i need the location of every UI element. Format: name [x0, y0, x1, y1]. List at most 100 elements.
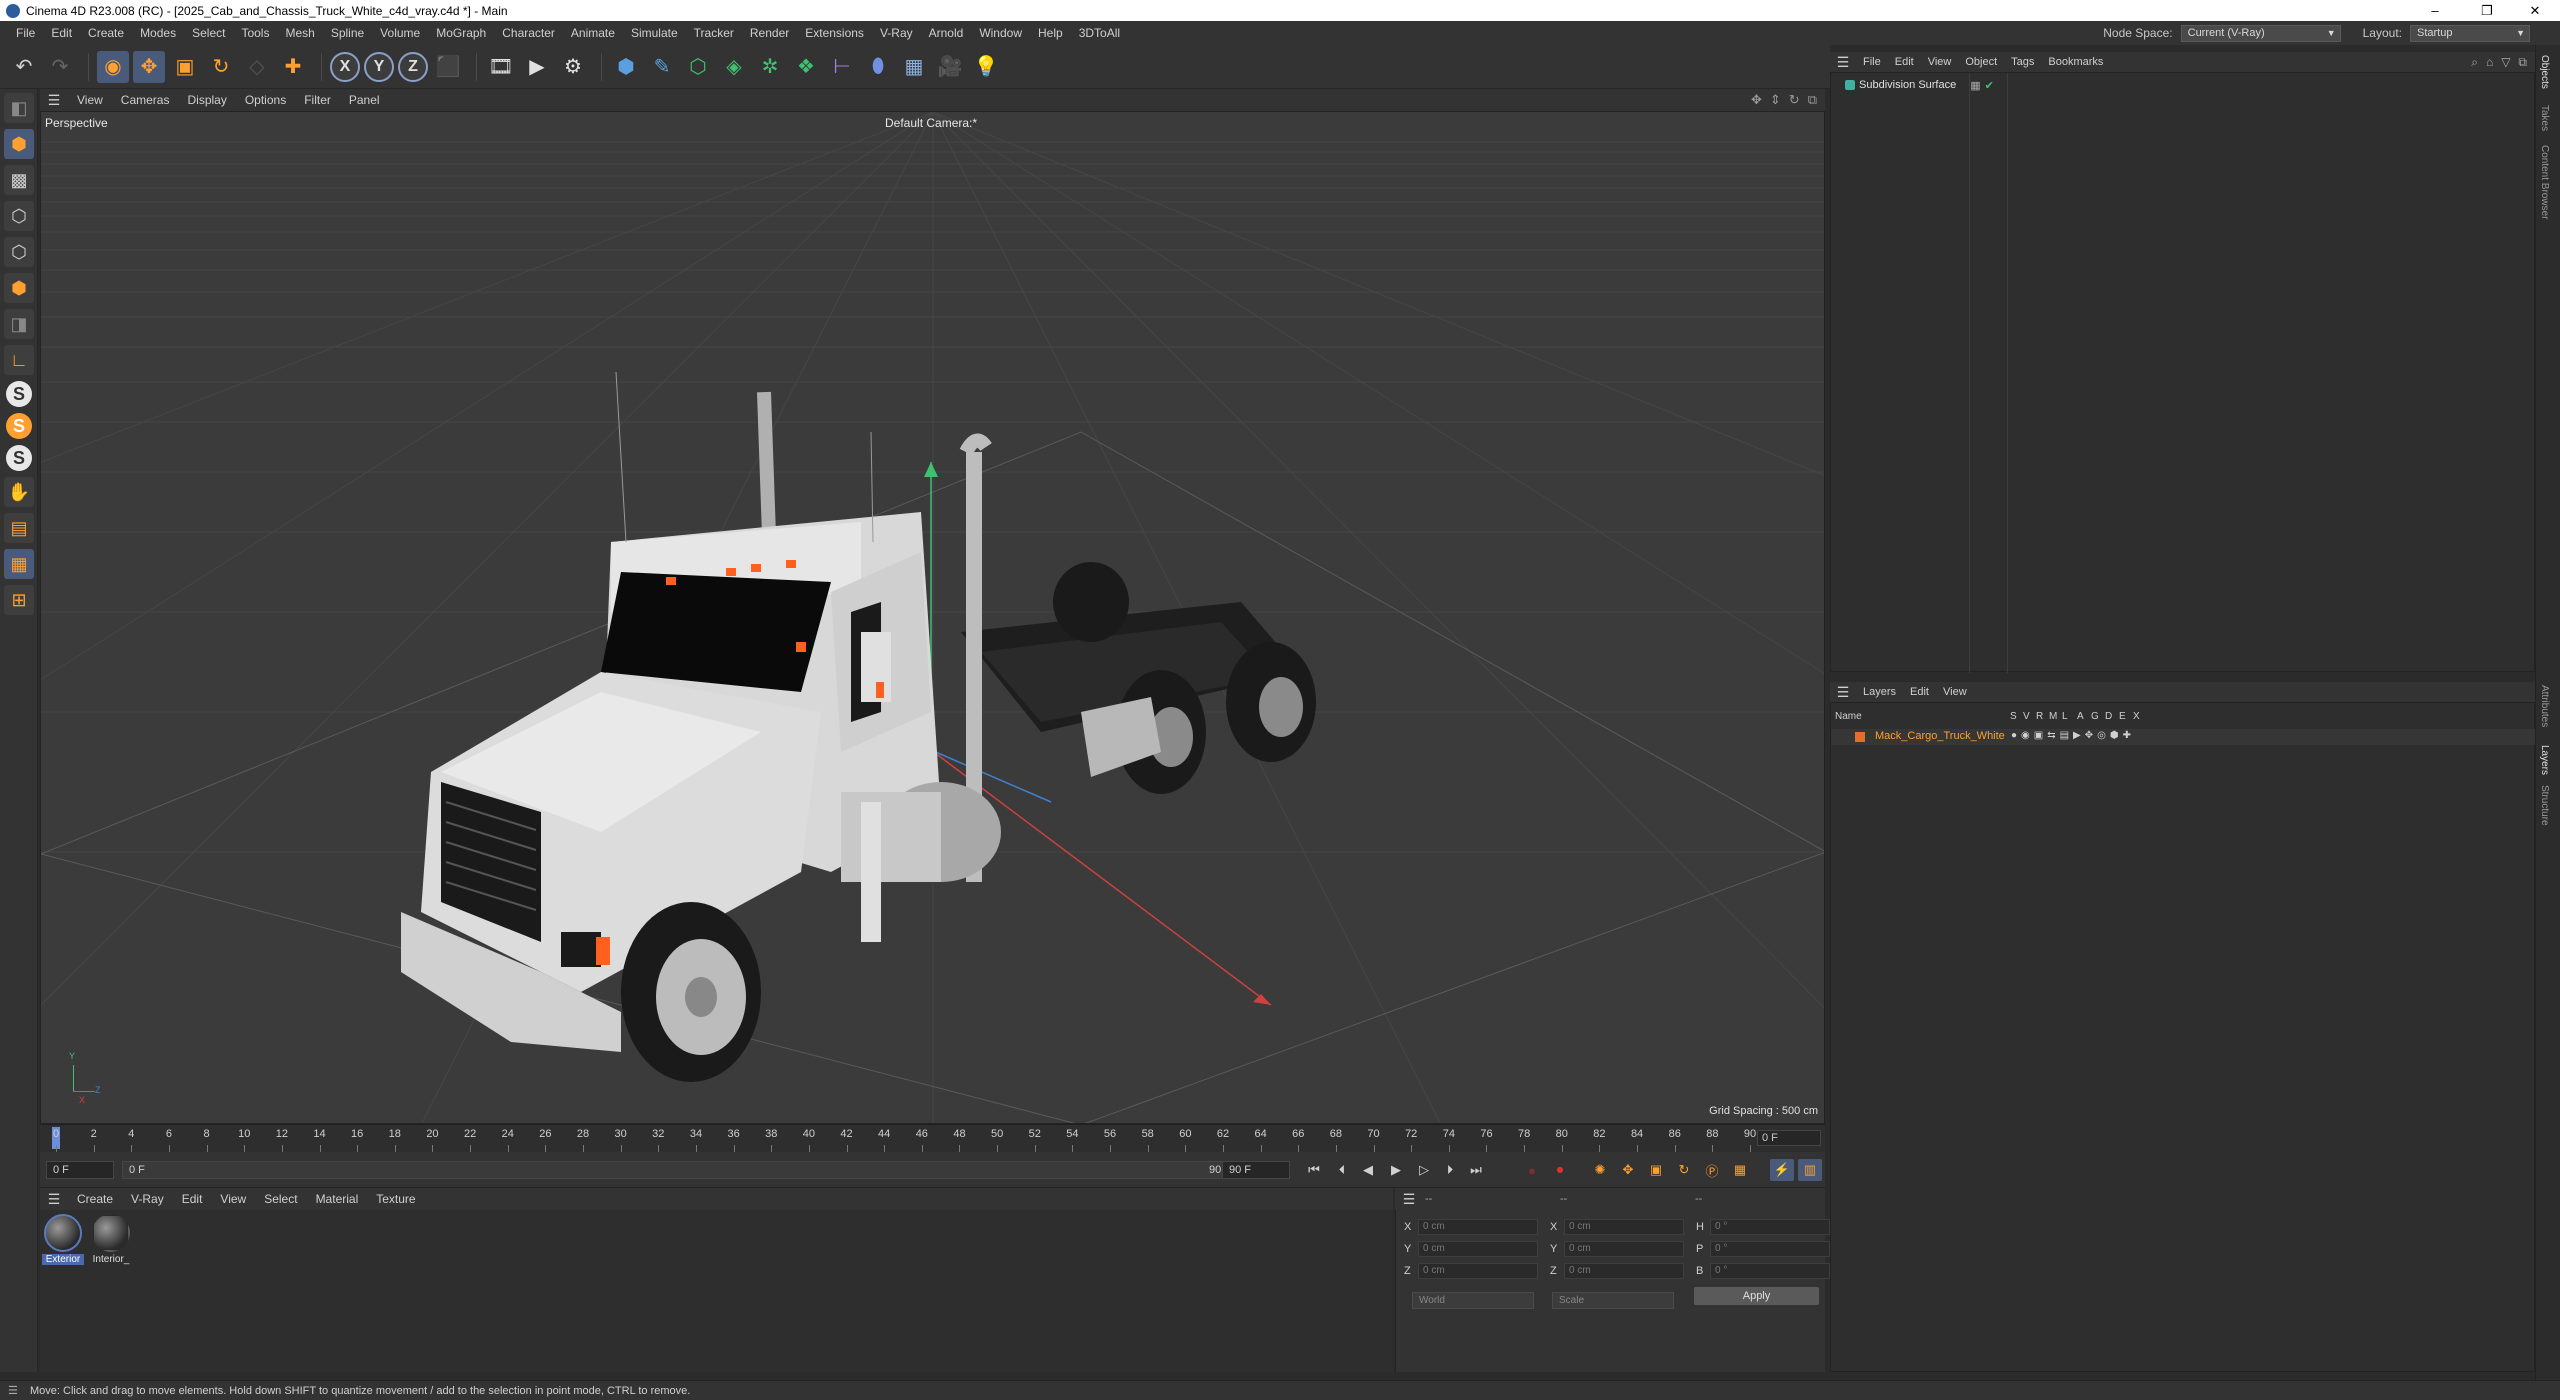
obj-menu-tags[interactable]: Tags	[2004, 56, 2041, 68]
rotation-p-field[interactable]: 0 °	[1710, 1241, 1830, 1257]
position-x-field[interactable]: 0 cm	[1418, 1219, 1538, 1235]
cloner-icon[interactable]: ✲	[754, 51, 786, 83]
object-row[interactable]: Subdivision Surface ▦ ✔	[1835, 77, 1994, 93]
new-window-icon[interactable]: ⧉	[2518, 55, 2527, 70]
pan-icon[interactable]: ✥	[1751, 92, 1762, 108]
redo-icon[interactable]: ↷	[44, 51, 76, 83]
polygons-mode-icon[interactable]: ⬢	[4, 273, 34, 303]
hamburger-icon[interactable]: ☰	[40, 92, 68, 109]
layer-color-swatch[interactable]	[1855, 732, 1865, 742]
node-space-select[interactable]: Current (V-Ray) ▼	[2180, 24, 2341, 42]
uv-mode-icon[interactable]: ◨	[4, 309, 34, 339]
orbit-icon[interactable]: ↻	[1789, 92, 1800, 108]
layer-flag-icons[interactable]: ●◉▣⇆▤▶✥◎⬢✚	[2011, 730, 2135, 741]
restore-button[interactable]: ❐	[2464, 0, 2510, 21]
material-swatch[interactable]: Exterior	[42, 1214, 84, 1265]
key-all-icon[interactable]: ✺	[1588, 1159, 1612, 1181]
move-tool-icon[interactable]: ✥	[133, 50, 165, 83]
lock-workplane-icon[interactable]: ⊞	[4, 585, 34, 615]
snap-s2-icon[interactable]: S	[6, 413, 32, 439]
x-axis-lock-button[interactable]: X	[330, 51, 360, 82]
tab-takes[interactable]: Takes	[2539, 105, 2550, 131]
menu-modes[interactable]: Modes	[132, 26, 184, 40]
menu-vray[interactable]: V-Ray	[872, 26, 921, 40]
cube-primitive-icon[interactable]: ⬢	[610, 51, 642, 83]
minimize-button[interactable]: –	[2412, 0, 2458, 21]
viewport-camera-label[interactable]: Default Camera:*	[885, 116, 977, 130]
key-parameter-icon[interactable]: Ⓟ	[1700, 1159, 1724, 1181]
rotate-tool-icon[interactable]: ↻	[205, 51, 237, 83]
layer-row[interactable]: Mack_Cargo_Truck_White ●◉▣⇆▤▶✥◎⬢✚	[1831, 729, 2536, 745]
menu-mesh[interactable]: Mesh	[277, 26, 322, 40]
col-generators[interactable]: G	[2091, 711, 2099, 722]
layers-menu-layers[interactable]: Layers	[1856, 686, 1903, 698]
col-expressions[interactable]: E	[2119, 711, 2126, 722]
viewport-menu-cameras[interactable]: Cameras	[112, 93, 179, 107]
position-z-field[interactable]: 0 cm	[1418, 1263, 1538, 1279]
extrude-icon[interactable]: ◈	[718, 51, 750, 83]
home-icon[interactable]: ⌂	[2486, 55, 2493, 70]
axis-mode-icon[interactable]: ∟	[4, 345, 34, 375]
obj-menu-view[interactable]: View	[1921, 56, 1959, 68]
viewport-menu-display[interactable]: Display	[178, 93, 235, 107]
filter-icon[interactable]: ▽	[2501, 55, 2510, 70]
timeline-ruler[interactable]: 0 2 4 6 8 10 12 14 16 18 20 22 24 26 28 30 32 34 36 38 40 42 4…	[40, 1124, 1825, 1152]
z-axis-lock-button[interactable]: Z	[398, 51, 428, 82]
render-view-icon[interactable]: ▶	[521, 51, 553, 83]
menu-arnold[interactable]: Arnold	[921, 26, 972, 40]
close-button[interactable]: ✕	[2512, 0, 2558, 21]
menu-character[interactable]: Character	[494, 26, 563, 40]
size-z-field[interactable]: 0 cm	[1564, 1263, 1684, 1279]
position-y-field[interactable]: 0 cm	[1418, 1241, 1538, 1257]
mat-menu-vray[interactable]: V-Ray	[122, 1192, 173, 1206]
record-active-icon[interactable]: ●	[1520, 1159, 1544, 1181]
truck-model[interactable]	[401, 371, 1316, 1082]
visibility-icon[interactable]: ▦	[1970, 79, 1980, 92]
go-to-start-icon[interactable]: ⏮	[1302, 1159, 1326, 1181]
tab-attributes[interactable]: Attributes	[2539, 685, 2550, 727]
mat-menu-create[interactable]: Create	[68, 1192, 122, 1206]
texture-mode-icon[interactable]: ▩	[4, 165, 34, 195]
grid-icon[interactable]: ▦	[4, 549, 34, 579]
menu-volume[interactable]: Volume	[372, 26, 428, 40]
last-tool-icon[interactable]: ◇	[241, 51, 273, 83]
menu-create[interactable]: Create	[80, 26, 132, 40]
hamburger-icon[interactable]: ☰	[1830, 684, 1856, 701]
start-frame-field[interactable]: 0 F	[46, 1161, 114, 1179]
paint-icon[interactable]: ✋	[4, 477, 34, 507]
menu-tracker[interactable]: Tracker	[686, 26, 742, 40]
obj-menu-edit[interactable]: Edit	[1888, 56, 1921, 68]
light-icon[interactable]: 💡	[970, 51, 1002, 83]
next-frame-icon[interactable]: ▷	[1412, 1159, 1436, 1181]
current-frame-field[interactable]: 0 F	[1757, 1130, 1821, 1146]
menu-help[interactable]: Help	[1030, 26, 1071, 40]
viewport-menu-options[interactable]: Options	[236, 93, 295, 107]
snap-s1-icon[interactable]: S	[6, 381, 32, 407]
menu-simulate[interactable]: Simulate	[623, 26, 686, 40]
menu-select[interactable]: Select	[184, 26, 233, 40]
mat-menu-select[interactable]: Select	[255, 1192, 306, 1206]
tab-content-browser[interactable]: Content Browser	[2539, 145, 2550, 219]
motion-system-icon[interactable]: ⚡	[1770, 1159, 1794, 1181]
mograph-icon[interactable]: ❖	[790, 51, 822, 83]
col-locked[interactable]: L	[2062, 711, 2068, 722]
undo-icon[interactable]: ↶	[8, 51, 40, 83]
model-mode-icon[interactable]: ⬢	[4, 129, 34, 159]
hamburger-icon[interactable]: ☰	[1830, 54, 1856, 71]
col-solo[interactable]: S	[2010, 711, 2017, 722]
play-icon[interactable]: ▶	[1384, 1159, 1408, 1181]
col-deformers[interactable]: D	[2105, 711, 2112, 722]
key-pla-icon[interactable]: ▦	[1728, 1159, 1752, 1181]
layout-select[interactable]: Startup ▼	[2410, 24, 2530, 42]
transform-mode-select[interactable]: Scale	[1552, 1292, 1674, 1309]
key-position-icon[interactable]: ✥	[1616, 1159, 1640, 1181]
col-xref[interactable]: X	[2133, 711, 2140, 722]
render-region-icon[interactable]: 🎞	[485, 51, 517, 83]
tab-layers[interactable]: Layers	[2539, 745, 2550, 775]
col-animation[interactable]: A	[2077, 711, 2084, 722]
menu-spline[interactable]: Spline	[323, 26, 372, 40]
y-axis-lock-button[interactable]: Y	[364, 51, 394, 82]
mat-menu-view[interactable]: View	[211, 1192, 255, 1206]
rotation-h-field[interactable]: 0 °	[1710, 1219, 1830, 1235]
3d-viewport[interactable]: Perspective Default Camera:* Grid Spacin…	[40, 111, 1825, 1124]
